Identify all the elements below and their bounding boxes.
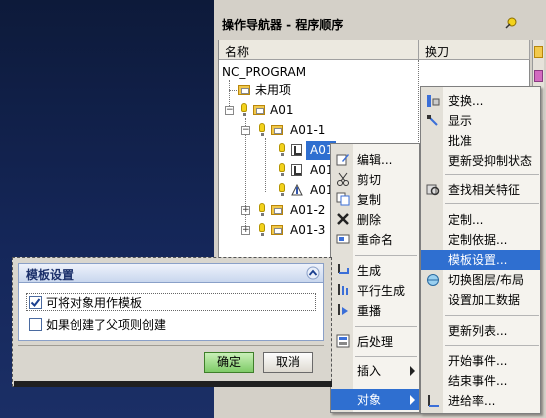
parallel-generate-icon xyxy=(338,284,348,295)
submenu-item-approve[interactable]: 批准 xyxy=(448,131,472,151)
menu-separator xyxy=(445,174,539,175)
submenu-item-end-event[interactable]: 结束事件... xyxy=(448,371,507,391)
submenu-item-start-event[interactable]: 开始事件... xyxy=(448,351,507,371)
tree-row-unused[interactable]: 未用项 xyxy=(255,80,291,100)
status-bulb-icon xyxy=(259,203,265,216)
display-icon xyxy=(427,115,438,126)
status-bulb-icon xyxy=(259,123,265,136)
tree-row-a01[interactable]: A01 xyxy=(270,100,293,120)
submenu-item-display[interactable]: 显示 xyxy=(448,111,472,131)
collapse-icon[interactable]: − xyxy=(225,106,234,115)
checkbox-label-use-as-template: 可将对象用作模板 xyxy=(46,296,143,310)
menu-item-object[interactable]: 对象 xyxy=(357,390,381,410)
status-bulb-icon xyxy=(259,223,265,236)
tree-row-nc-program[interactable]: NC_PROGRAM xyxy=(222,62,306,82)
ok-button[interactable]: 确定 xyxy=(204,352,254,373)
folder-icon xyxy=(271,225,283,235)
cancel-button[interactable]: 取消 xyxy=(263,352,313,373)
submenu-item-template-settings[interactable]: 模板设置... xyxy=(448,250,507,270)
column-header-tool-change[interactable]: 换刀 xyxy=(419,40,530,60)
collapse-group-icon[interactable] xyxy=(306,266,320,280)
drill-operation-icon xyxy=(291,183,303,196)
menu-separator xyxy=(355,326,417,327)
submenu-item-customize-by[interactable]: 定制依据... xyxy=(448,230,507,250)
tree-row-a01-3[interactable]: A01-3 xyxy=(290,220,325,240)
tree-connector xyxy=(265,138,266,192)
dialog-title: 模板设置 xyxy=(26,268,75,282)
menu-separator xyxy=(355,356,417,357)
operation-icon xyxy=(291,144,302,156)
dialog-divider xyxy=(18,345,324,346)
resource-bar-icon[interactable] xyxy=(534,46,543,58)
folder-icon xyxy=(271,125,283,135)
status-bulb-icon xyxy=(279,183,285,196)
submenu-item-feedrate[interactable]: 进给率... xyxy=(448,391,495,411)
submenu-item-toggle-layer-layout[interactable]: 切换图层/布局 xyxy=(448,270,524,290)
submenu-item-customize[interactable]: 定制... xyxy=(448,210,483,230)
menu-item-replay[interactable]: 重播 xyxy=(357,301,381,321)
layer-layout-icon xyxy=(427,274,439,286)
folder-icon xyxy=(271,205,283,215)
expand-icon[interactable]: + xyxy=(241,206,250,215)
folder-icon xyxy=(238,85,250,95)
menu-separator xyxy=(445,203,539,204)
edit-icon xyxy=(336,154,349,166)
submenu-item-transform[interactable]: 变换... xyxy=(448,91,483,111)
expand-icon[interactable]: + xyxy=(241,226,250,235)
checkbox-label-create-if-parent: 如果创建了父项则创建 xyxy=(46,318,167,332)
postprocess-icon xyxy=(336,334,350,348)
menu-item-edit[interactable]: 编辑... xyxy=(357,150,392,170)
menu-item-insert[interactable]: 插入 xyxy=(357,361,381,381)
submenu-arrow-icon xyxy=(410,395,415,405)
column-header-name[interactable]: 名称 xyxy=(219,40,419,60)
status-bulb-icon xyxy=(279,143,285,156)
status-bulb-icon xyxy=(241,103,247,116)
resource-bar-icon[interactable] xyxy=(534,70,543,82)
operation-icon xyxy=(291,164,302,176)
checkbox-create-if-parent[interactable] xyxy=(29,318,42,331)
folder-icon xyxy=(253,105,265,115)
submenu-arrow-icon xyxy=(410,366,415,376)
submenu-item-update-suppressed[interactable]: 更新受抑制状态 xyxy=(448,151,532,171)
submenu-item-update-list[interactable]: 更新列表... xyxy=(448,321,507,341)
menu-item-generate[interactable]: 生成 xyxy=(357,261,381,281)
replay-icon xyxy=(338,304,348,315)
generate-icon xyxy=(338,264,349,274)
find-related-feature-icon xyxy=(426,184,440,196)
submenu-item-find-related-feature[interactable]: 查找相关特征 xyxy=(448,180,520,200)
copy-icon xyxy=(336,192,350,206)
menu-separator xyxy=(445,345,539,346)
pin-icon[interactable] xyxy=(505,17,517,29)
checkmark-icon xyxy=(30,298,41,308)
feedrate-icon xyxy=(428,395,439,407)
menu-item-delete[interactable]: 删除 xyxy=(357,210,381,230)
menu-item-parallel-generate[interactable]: 平行生成 xyxy=(357,281,405,301)
menu-item-rename[interactable]: 重命名 xyxy=(357,230,393,250)
menu-item-copy[interactable]: 复制 xyxy=(357,190,381,210)
menu-separator xyxy=(355,255,417,256)
status-bulb-icon xyxy=(279,163,285,176)
menu-separator xyxy=(445,315,539,316)
rename-icon xyxy=(336,234,350,244)
menu-item-postprocess[interactable]: 后处理 xyxy=(357,332,393,352)
dialog-bottom-bar xyxy=(14,381,332,387)
navigator-title: 操作导航器 - 程序顺序 xyxy=(222,18,344,32)
tree-connector xyxy=(229,90,237,91)
submenu-item-set-machining-data[interactable]: 设置加工数据 xyxy=(448,290,520,310)
tree-row-a01-2[interactable]: A01-2 xyxy=(290,200,325,220)
collapse-icon[interactable]: − xyxy=(241,126,250,135)
menu-item-cut[interactable]: 剪切 xyxy=(357,170,381,190)
delete-icon xyxy=(337,213,349,225)
transform-icon xyxy=(427,95,440,107)
tree-row-a01-1[interactable]: A01-1 xyxy=(290,120,325,140)
cut-icon xyxy=(337,172,349,186)
